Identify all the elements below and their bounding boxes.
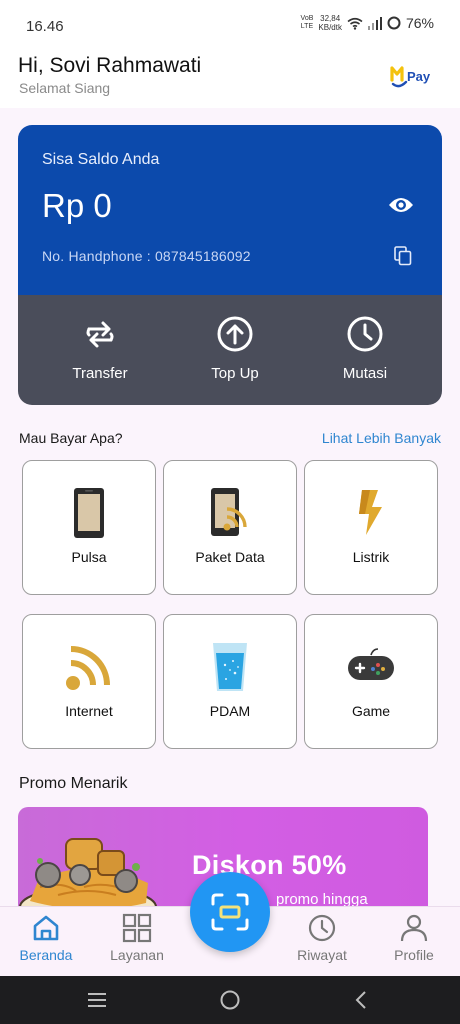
promo-title: Promo Menarik [19,775,128,792]
service-pulsa[interactable]: Pulsa [22,460,156,595]
service-label: Game [351,703,391,719]
header: Hi, Sovi Rahmawati Selamat Siang Pay [0,50,460,108]
wifi-status-icon [347,17,363,30]
see-more-link[interactable]: Lihat Lebih Banyak [322,430,441,446]
system-nav-bar [0,976,460,1024]
service-label: PDAM [209,703,251,719]
transfer-button[interactable]: Transfer [45,315,155,382]
nav-beranda[interactable]: Beranda [6,913,86,963]
service-pdam[interactable]: PDAM [163,614,297,749]
service-internet[interactable]: Internet [22,614,156,749]
status-icons: VoB LTE 32,84 KB/dtk 76% [301,14,434,32]
home-circle-icon[interactable] [218,988,242,1012]
transfer-icon [86,321,114,348]
nav-profile-label: Profile [394,947,434,963]
service-label: Listrik [352,549,390,565]
grid-icon [122,913,152,943]
clock-icon [347,316,383,352]
food-bowl-icon [19,838,157,917]
status-bar: 16.46 VoB LTE 32,84 KB/dtk 76% [0,0,460,50]
nav-riwayat[interactable]: Riwayat [282,913,362,963]
nav-layanan-label: Layanan [110,947,164,963]
scan-button[interactable] [190,872,270,952]
home-icon [33,915,59,941]
gamepad-icon [348,648,394,680]
water-glass-icon [213,643,247,691]
menu-icon[interactable] [85,988,109,1012]
service-paket-data[interactable]: Paket Data [163,460,297,595]
eye-icon[interactable] [388,195,414,215]
service-game[interactable]: Game [304,614,438,749]
user-icon [400,914,428,942]
service-label: Paket Data [195,549,265,565]
service-label: Pulsa [71,549,107,565]
balance-panel: Sisa Saldo Anda Rp 0 No. Handphone : 087… [18,125,442,295]
network-speed: 32,84 KB/dtk [318,14,342,32]
services-title: Mau Bayar Apa? [19,430,123,446]
service-listrik[interactable]: Listrik [304,460,438,595]
phone-icon [74,488,104,538]
nav-riwayat-label: Riwayat [297,947,347,963]
back-icon[interactable] [350,988,374,1012]
nav-profile[interactable]: Profile [374,913,454,963]
status-time: 16.46 [26,18,64,35]
mutasi-label: Mutasi [342,365,388,382]
greeting-title: Hi, Sovi Rahmawati [18,54,202,77]
topup-label: Top Up [211,365,259,382]
signal-icon [367,16,382,30]
nav-layanan[interactable]: Layanan [97,913,177,963]
wifi-icon [66,646,110,690]
history-icon [308,914,336,942]
volte-indicator: VoB LTE [300,15,314,30]
battery-level: 76% [405,15,434,31]
transfer-label: Transfer [72,365,128,382]
copy-icon[interactable] [394,246,412,266]
balance-label: Sisa Saldo Anda [42,151,160,168]
topup-button[interactable]: Top Up [180,315,290,382]
mutasi-button[interactable]: Mutasi [310,315,420,382]
scan-icon [211,893,249,931]
mpay-logo-icon: Pay [390,66,431,88]
svg-text:Pay: Pay [407,69,431,84]
service-label: Internet [65,703,113,719]
balance-amount: Rp 0 [42,187,112,224]
lightning-icon [359,490,382,535]
battery-icon [387,16,401,30]
phone-data-icon [211,488,247,536]
nav-beranda-label: Beranda [19,947,73,963]
greeting-subtitle: Selamat Siang [19,80,111,96]
phone-number: No. Handphone : 087845186092 [42,248,251,264]
arrow-up-circle-icon [217,316,253,352]
balance-card: Sisa Saldo Anda Rp 0 No. Handphone : 087… [18,125,442,405]
